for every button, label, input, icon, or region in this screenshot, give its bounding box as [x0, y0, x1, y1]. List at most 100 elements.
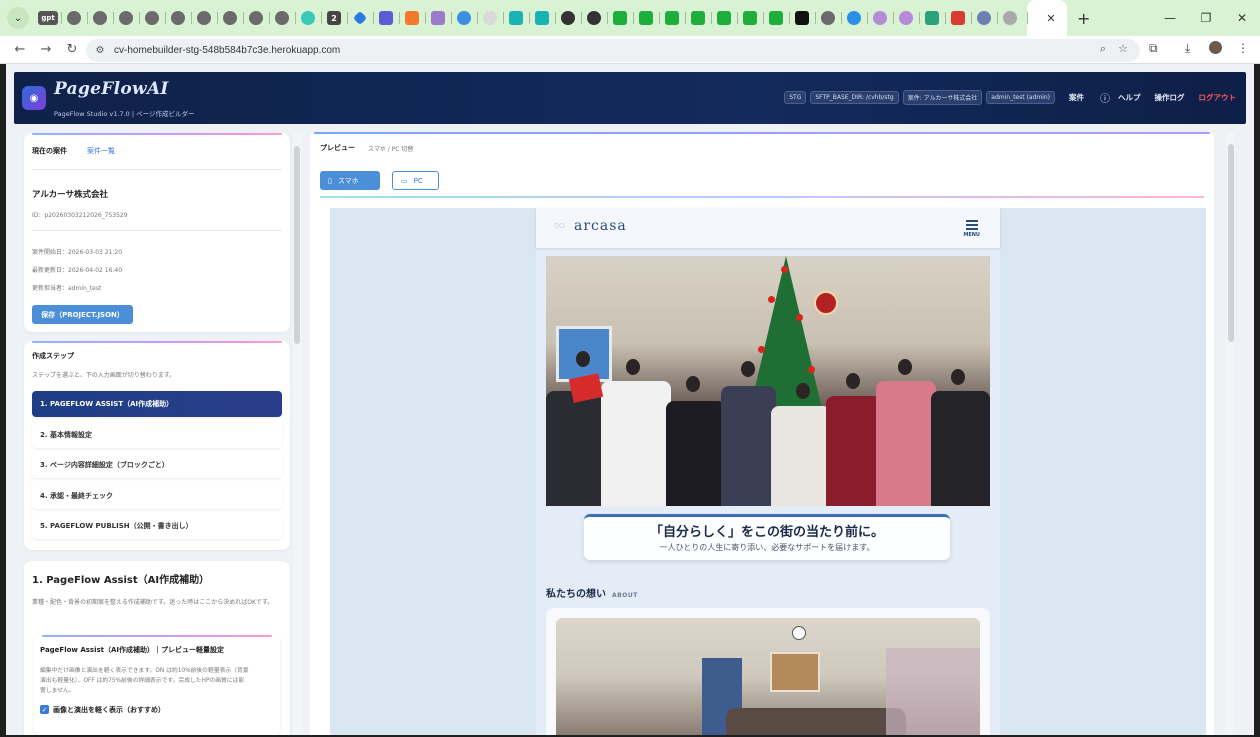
person: [666, 401, 726, 506]
forward-icon[interactable]: →: [34, 42, 58, 57]
site-info-icon[interactable]: ⚙: [92, 43, 108, 59]
browser-tab[interactable]: [191, 0, 217, 36]
browser-tab[interactable]: [685, 0, 711, 36]
browser-tab[interactable]: [243, 0, 269, 36]
close-tab-icon[interactable]: ✕: [1046, 12, 1055, 25]
step-1-assist[interactable]: 1. PAGEFLOW ASSIST（AI作成補助）: [32, 391, 282, 417]
hero-photo: [546, 256, 990, 506]
zoom-icon[interactable]: ⌕: [1100, 42, 1106, 56]
browser-tab[interactable]: 2: [321, 0, 347, 36]
browser-tab[interactable]: [789, 0, 815, 36]
browser-tab[interactable]: [347, 0, 373, 36]
preview-settings-card: PageFlow Assist（AI作成補助）｜プレビュー軽量設定 編集中だけ画…: [34, 635, 280, 735]
browser-tab[interactable]: [269, 0, 295, 36]
project-badge: 案件: アルカーサ株式会社: [902, 90, 983, 105]
help-icon[interactable]: ⓘ: [1100, 90, 1110, 105]
left-scrollbar-thumb[interactable]: [294, 146, 300, 344]
site-logo[interactable]: arcasa: [574, 218, 627, 234]
minimize-icon[interactable]: —: [1152, 11, 1188, 25]
browser-tab[interactable]: [61, 0, 87, 36]
browser-tab[interactable]: [373, 0, 399, 36]
browser-tab[interactable]: [867, 0, 893, 36]
browser-tab[interactable]: [503, 0, 529, 36]
save-project-button[interactable]: 保存（PROJECT.JSON）: [32, 305, 133, 324]
browser-tab[interactable]: [945, 0, 971, 36]
browser-tab[interactable]: [633, 0, 659, 36]
browser-tab[interactable]: [841, 0, 867, 36]
browser-tab[interactable]: [815, 0, 841, 36]
profile-avatar[interactable]: [1209, 41, 1222, 54]
site-logo-mark-icon: ◌◌: [554, 222, 565, 229]
person: [546, 391, 606, 506]
browser-tab[interactable]: [919, 0, 945, 36]
browser-tab[interactable]: [659, 0, 685, 36]
light-preview-checkbox[interactable]: ✓: [40, 705, 49, 714]
browser-tab[interactable]: [737, 0, 763, 36]
monitor-icon: ▭: [401, 176, 408, 185]
app-icon: [613, 11, 627, 25]
browser-tab[interactable]: [451, 0, 477, 36]
browser-tab[interactable]: [477, 0, 503, 36]
steps-title: 作成ステップ: [32, 352, 74, 360]
address-bar[interactable]: ⚙ cv-homebuilder-stg-548b584b7c3e.heroku…: [86, 39, 1140, 62]
new-tab-icon[interactable]: +: [1077, 9, 1090, 28]
preview-title: プレビュー: [320, 144, 355, 152]
browser-tab[interactable]: [165, 0, 191, 36]
download-icon[interactable]: ⤓: [1185, 41, 1190, 56]
projects-link[interactable]: 案件: [1069, 92, 1084, 103]
browser-tab[interactable]: [971, 0, 997, 36]
reload-icon[interactable]: ↻: [60, 42, 84, 57]
person-head: [626, 359, 640, 375]
browser-tab-active[interactable]: ✕: [1027, 0, 1067, 36]
browser-tab[interactable]: [763, 0, 789, 36]
browser-tab[interactable]: [113, 0, 139, 36]
window-controls: — ❐ ✕: [1152, 0, 1260, 36]
extensions-icon[interactable]: ⧉: [1149, 41, 1158, 56]
bookmark-star-icon[interactable]: ☆: [1118, 42, 1128, 55]
browser-tab[interactable]: [555, 0, 581, 36]
browser-tab[interactable]: gpt: [35, 0, 61, 36]
browser-tab[interactable]: [425, 0, 451, 36]
card-accent-line: [32, 133, 282, 135]
logout-link[interactable]: ログアウト: [1199, 92, 1237, 103]
step-2-basic[interactable]: 2. 基本情報設定: [32, 422, 282, 448]
hamburger-menu-icon[interactable]: [966, 220, 978, 232]
step-5-publish[interactable]: 5. PAGEFLOW PUBLISH（公開・書き出し）: [32, 513, 282, 539]
back-icon[interactable]: ←: [8, 42, 32, 57]
app-icon: [405, 11, 419, 25]
browser-tab[interactable]: [581, 0, 607, 36]
browser-tab[interactable]: [607, 0, 633, 36]
tab-search-dropdown-icon[interactable]: ⌄: [7, 7, 29, 29]
right-scrollbar-thumb[interactable]: [1228, 144, 1234, 342]
preview-settings-desc-1: 編集中だけ画像と演出を軽く表示できます。ON は約10%前後の軽量表示（背景: [40, 668, 249, 674]
oplog-link[interactable]: 操作ログ: [1155, 92, 1185, 103]
mode-pc-button[interactable]: ▭ PC: [392, 171, 439, 190]
person-head: [898, 359, 912, 375]
help-link[interactable]: ヘルプ: [1118, 92, 1141, 103]
browser-tab[interactable]: [87, 0, 113, 36]
restore-icon[interactable]: ❐: [1188, 11, 1224, 25]
app-icon: [769, 11, 783, 25]
browser-tab[interactable]: [217, 0, 243, 36]
tab-strip: gpt 2 ✕ +: [35, 0, 1090, 36]
project-start-date: 案件開始日：2026-03-03 21:20: [32, 249, 123, 256]
project-list-link[interactable]: 案件一覧: [87, 146, 115, 156]
app-icon: [977, 11, 991, 25]
browser-tab[interactable]: [997, 0, 1023, 36]
app-icon: [379, 11, 393, 25]
browser-tab[interactable]: [295, 0, 321, 36]
browser-tab[interactable]: [529, 0, 555, 36]
tree-emblem: [814, 291, 838, 315]
step-3-detail[interactable]: 3. ページ内容詳細設定（ブロックごと）: [32, 452, 282, 478]
browser-tab[interactable]: [139, 0, 165, 36]
about-heading: 私たちの想い ABOUT: [546, 585, 638, 600]
browser-tab[interactable]: [711, 0, 737, 36]
app-header: ◉ PageFlowAI PageFlow Studio v1.7.0 | ペー…: [14, 72, 1246, 124]
close-window-icon[interactable]: ✕: [1224, 11, 1260, 25]
browser-tab[interactable]: [399, 0, 425, 36]
step-4-review[interactable]: 4. 承認・最終チェック: [32, 483, 282, 509]
more-menu-icon[interactable]: ⋮: [1237, 41, 1249, 55]
browser-tab[interactable]: [893, 0, 919, 36]
person-head: [846, 373, 860, 389]
mode-smartphone-button[interactable]: ▯ スマホ: [320, 171, 380, 190]
